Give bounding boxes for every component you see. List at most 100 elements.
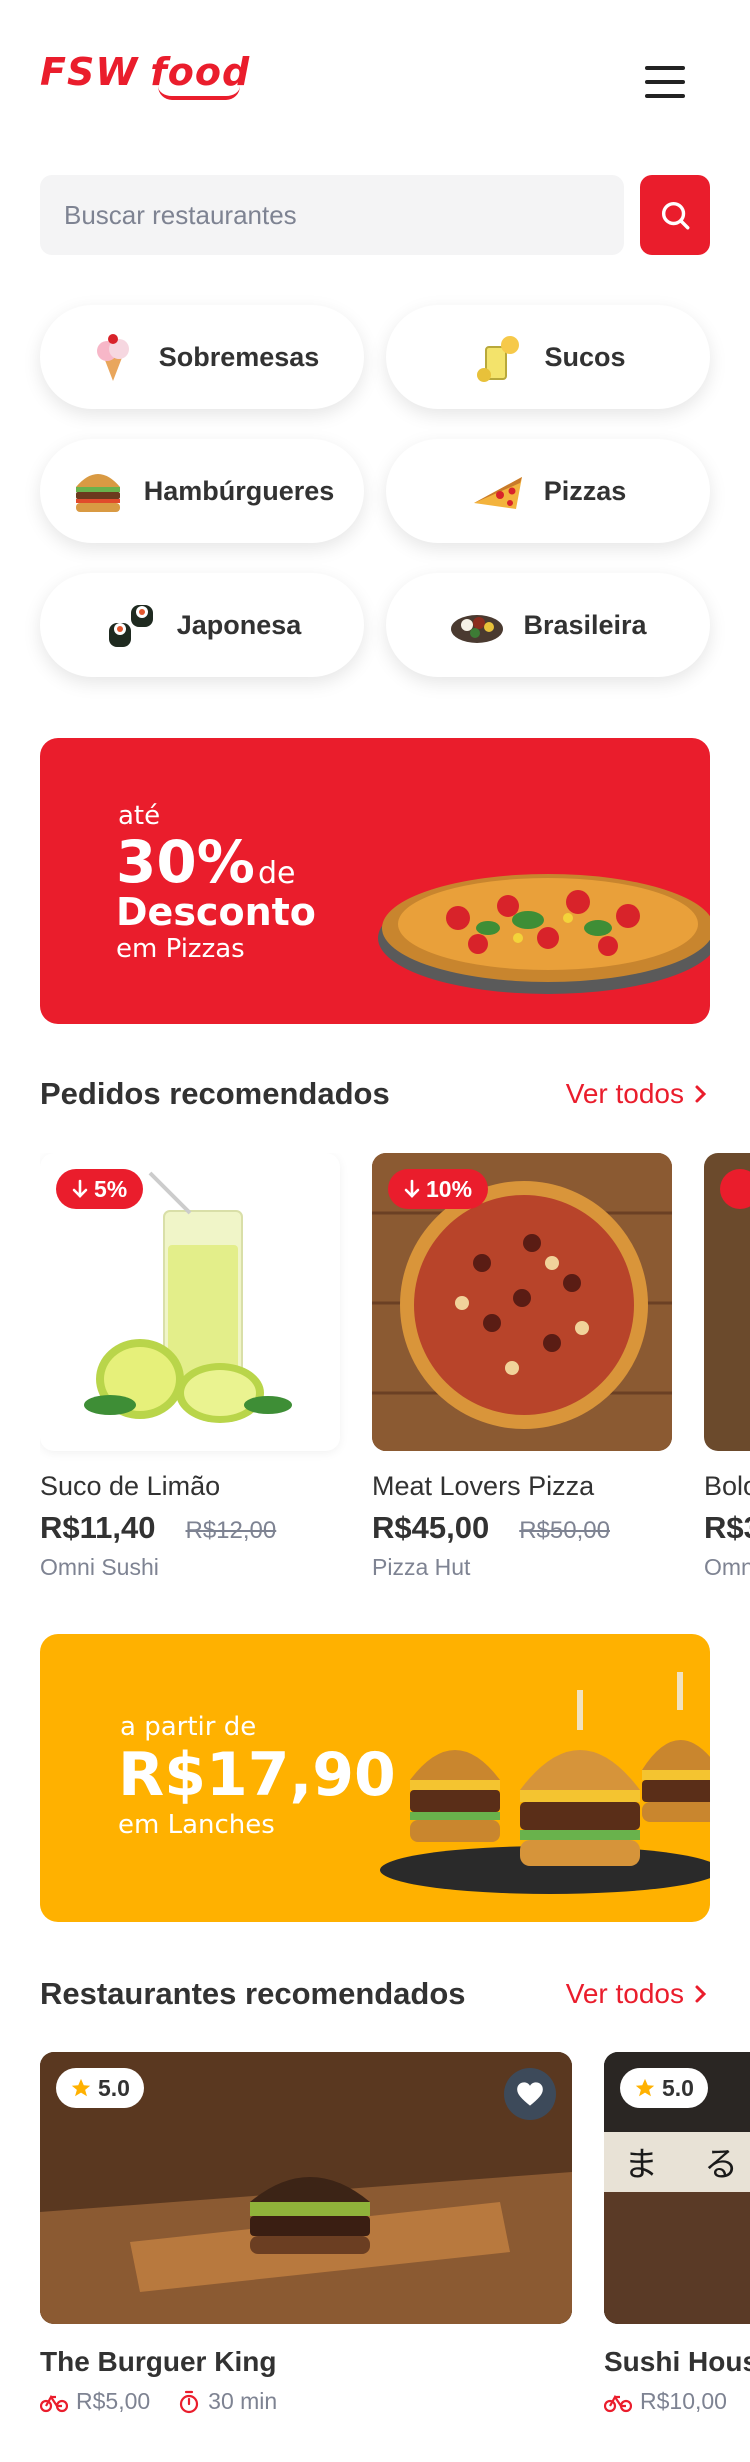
delivery-fee-value: R$10,00 (640, 2388, 727, 2414)
restaurant-name: The Burguer King (40, 2346, 277, 2377)
bike-icon (604, 2394, 632, 2412)
logo-text-food: food (150, 50, 251, 100)
category-japonesa[interactable]: Japonesa (40, 573, 364, 677)
pizza-illustration (378, 874, 710, 994)
see-all-products-link[interactable]: Ver todos (566, 1078, 710, 1110)
discount-badge: 10% (388, 1169, 489, 1209)
favorite-button[interactable] (504, 2068, 556, 2120)
product-name: Meat Lovers Pizza (372, 1471, 595, 1501)
svg-text:ま: ま (624, 2145, 658, 2185)
restaurant-meta: R$5,00 30 min (40, 2388, 572, 2415)
pizza-promo-banner[interactable]: até 30% de Desconto em Pizzas (40, 738, 710, 1024)
recommended-products-header: Pedidos recomendados Ver todos (40, 1076, 710, 1112)
category-label: Pizzas (543, 475, 627, 506)
arrow-down-icon (72, 1179, 88, 1198)
category-sucos[interactable]: Sucos (386, 305, 710, 409)
product-prices: R$11,40 R$12,00 (40, 1510, 340, 1546)
product-prices: R$3 (704, 1510, 750, 1546)
ice-cream-icon (85, 329, 141, 385)
product-card[interactable]: 10% Meat Lovers Pizza R$45,00 R$50,00 Pi… (372, 1153, 672, 1581)
product-restaurant: Omn (704, 1554, 750, 1580)
svg-text:る: る (704, 2145, 738, 2185)
product-price: R$3 (704, 1510, 750, 1545)
recommended-restaurants-list: 5.0 The Burguer King R$5,00 30 min ま る 5… (40, 2052, 750, 2432)
category-pizzas[interactable]: Pizzas (386, 439, 710, 543)
search-icon (661, 201, 690, 230)
banner-percent: 30% (116, 828, 255, 896)
timer-icon (180, 2390, 199, 2413)
search-button[interactable] (640, 175, 710, 255)
product-image: 5% (40, 1153, 340, 1451)
rating-value: 5.0 (662, 2074, 694, 2101)
see-all-label: Ver todos (565, 1978, 684, 2009)
recommended-products-list: 5% Suco de Limão R$11,40 R$12,00 Omni Su… (40, 1153, 750, 1593)
category-label: Brasileira (523, 609, 647, 640)
product-prices: R$45,00 R$50,00 (372, 1510, 672, 1546)
product-image: 10% (372, 1153, 672, 1451)
arrow-down-icon (404, 1179, 420, 1198)
see-all-label: Ver todos (565, 1078, 684, 1109)
section-title: Pedidos recomendados (40, 1076, 390, 1111)
restaurant-meta: R$10,00 (604, 2388, 750, 2415)
menu-icon[interactable] (645, 66, 685, 98)
category-label: Hambúrgueres (143, 475, 335, 506)
pizza-slice-icon (470, 463, 526, 519)
product-image (704, 1153, 750, 1451)
category-label: Sucos (544, 341, 626, 372)
banner-discount-text: Desconto (116, 890, 316, 934)
see-all-restaurants-link[interactable]: Ver todos (566, 1978, 710, 2010)
product-name: Bolo (704, 1471, 750, 1501)
heart-icon (517, 2082, 543, 2106)
delivery-fee: R$10,00 (604, 2388, 727, 2415)
banner-price: R$17,90 (118, 1740, 396, 1810)
delivery-fee: R$5,00 (40, 2388, 150, 2415)
category-brasileira[interactable]: Brasileira (386, 573, 710, 677)
product-card[interactable]: Bolo R$3 Omn (704, 1153, 750, 1581)
delivery-fee-value: R$5,00 (76, 2388, 151, 2414)
banner-de: de (258, 856, 296, 891)
star-icon (635, 2078, 655, 2097)
category-list: Sobremesas Sucos Hambúrgueres Pizzas Jap… (40, 305, 710, 677)
discount-value: 5% (94, 1175, 128, 1202)
product-name: Suco de Limão (40, 1471, 221, 1501)
category-hamburgueres[interactable]: Hambúrgueres (40, 439, 364, 543)
category-label: Japonesa (176, 609, 302, 640)
burger-promo-banner[interactable]: a partir de R$17,90 em Lanches (40, 1634, 710, 1922)
chevron-right-icon (695, 1985, 707, 2003)
star-icon (71, 2078, 91, 2097)
banner-subtitle: em Lanches (118, 1810, 275, 1840)
product-restaurant: Pizza Hut (372, 1554, 471, 1580)
recommended-restaurants-header: Restaurantes recomendados Ver todos (40, 1976, 710, 2012)
category-label: Sobremesas (158, 341, 320, 372)
restaurant-image: ま る 5.0 (604, 2052, 750, 2324)
sushi-icon (103, 597, 159, 653)
banner-prefix: até (118, 801, 161, 831)
restaurant-card[interactable]: ま る 5.0 Sushi Hous R$10,00 (604, 2052, 750, 2415)
chevron-right-icon (695, 1085, 707, 1103)
juice-icon (470, 329, 526, 385)
search-input[interactable] (40, 175, 624, 255)
category-sobremesas[interactable]: Sobremesas (40, 305, 364, 409)
product-old-price: R$12,00 (185, 1517, 277, 1544)
product-card[interactable]: 5% Suco de Limão R$11,40 R$12,00 Omni Su… (40, 1153, 340, 1581)
product-price: R$11,40 (40, 1510, 156, 1545)
section-title: Restaurantes recomendados (40, 1976, 466, 2011)
discount-value: 10% (426, 1175, 473, 1202)
logo-text-fsw: FSW (40, 50, 139, 94)
product-old-price: R$50,00 (519, 1517, 610, 1544)
banner-prefix: a partir de (120, 1712, 257, 1742)
restaurant-card[interactable]: 5.0 The Burguer King R$5,00 30 min (40, 2052, 572, 2415)
discount-badge: 5% (56, 1169, 144, 1209)
logo[interactable]: FSW food (40, 50, 251, 100)
header: FSW food (0, 0, 750, 160)
restaurant-name: Sushi Hous (604, 2346, 750, 2377)
rating-badge: 5.0 (620, 2068, 708, 2108)
delivery-time: 30 min (178, 2388, 277, 2415)
burger-icon (70, 463, 126, 519)
banner-subtitle: em Pizzas (116, 934, 245, 964)
delivery-time-value: 30 min (208, 2388, 278, 2414)
discount-badge (720, 1169, 750, 1209)
burgers-illustration (380, 1672, 710, 1894)
product-restaurant: Omni Sushi (40, 1554, 159, 1580)
rating-value: 5.0 (98, 2074, 130, 2101)
